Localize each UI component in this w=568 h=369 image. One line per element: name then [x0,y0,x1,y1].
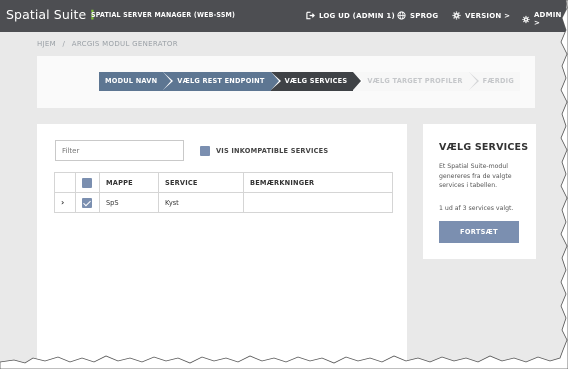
selection-count: 1 ud af 3 services valgt. [439,205,514,212]
breadcrumb-current: ARCGIS MODUL GENERATOR [71,40,178,48]
row-checkbox[interactable] [82,197,92,208]
wizard-steps: MODUL NAVN VÆLG REST ENDPOINT VÆLG SERVI… [99,72,520,91]
row-select-cell [75,192,100,213]
column-header-service[interactable]: SERVICE [158,172,244,193]
column-header-expand [54,172,76,193]
gear-icon [452,11,461,20]
brand-name: Spatial Suite [6,7,87,22]
breadcrumb: HJEM / ARCGIS MODUL GENERATOR [37,40,182,48]
table-header-row: MAPPE SERVICE BEMÆRKNINGER [54,172,393,193]
wizard-step-label: VÆLG SERVICES [284,77,348,85]
gear-icon [522,15,530,23]
column-header-mappe[interactable]: MAPPE [99,172,159,193]
show-incompatible-checkbox[interactable] [200,146,210,156]
cell-service: Kyst [158,192,244,213]
brand-logo[interactable]: Spatial Suite⋮ [6,7,99,22]
chevron-right-icon[interactable]: › [61,198,64,207]
app-name: SPATIAL SERVER MANAGER (WEB-SSM) [91,11,236,19]
language-label: SPROG [410,11,439,20]
cell-remarks [243,192,393,213]
column-header-remarks[interactable]: BEMÆRKNINGER [243,172,393,193]
wizard-panel: MODUL NAVN VÆLG REST ENDPOINT VÆLG SERVI… [37,56,535,108]
breadcrumb-home[interactable]: HJEM [37,40,56,48]
wizard-step-label: MODUL NAVN [105,77,158,85]
info-title: VÆLG SERVICES [439,142,529,153]
info-panel: VÆLG SERVICES Et Spatial Suite-modul gen… [423,124,536,259]
wizard-step-target-profiles: VÆLG TARGET PROFILER [353,72,479,91]
language-menu[interactable]: SPROG [397,11,438,20]
page-canvas: Spatial Suite⋮ SPATIAL SERVER MANAGER (W… [0,0,566,364]
cell-mappe: SpS [99,192,159,213]
wizard-step-label: FÆRDIG [482,77,514,85]
version-menu[interactable]: VERSION > [452,11,510,20]
version-label: VERSION > [465,11,511,20]
select-all-checkbox[interactable] [82,177,92,188]
row-expander[interactable]: › [54,192,76,213]
breadcrumb-separator: / [62,40,66,48]
wizard-step-rest-endpoint[interactable]: VÆLG REST ENDPOINT [163,72,281,91]
admin-label: ADMIN > [533,11,562,27]
info-description: Et Spatial Suite-modul genereres fra de … [439,163,512,189]
wizard-step-label: VÆLG REST ENDPOINT [177,77,265,85]
services-table: MAPPE SERVICE BEMÆRKNINGER › SpS Kyst [54,172,393,213]
table-row[interactable]: › SpS Kyst [54,192,393,213]
wizard-step-services[interactable]: VÆLG SERVICES [270,72,364,91]
services-panel: VIS INKOMPATIBLE SERVICES MAPPE SERVICE … [37,124,407,364]
globe-icon [397,11,406,20]
column-header-select [75,172,100,193]
logout-label: LOG UD (ADMIN 1) [319,11,395,20]
sign-out-icon [306,11,315,20]
wizard-step-module-name[interactable]: MODUL NAVN [99,72,174,91]
top-bar: Spatial Suite⋮ SPATIAL SERVER MANAGER (W… [0,0,566,32]
filter-input[interactable] [55,140,184,161]
wizard-step-label: VÆLG TARGET PROFILER [367,77,463,85]
continue-button[interactable]: FORTSÆT [439,221,519,243]
logout-link[interactable]: LOG UD (ADMIN 1) [306,11,395,20]
show-incompatible-toggle[interactable]: VIS INKOMPATIBLE SERVICES [200,146,328,156]
admin-menu[interactable]: ADMIN > [522,11,566,27]
show-incompatible-label: VIS INKOMPATIBLE SERVICES [216,147,329,155]
